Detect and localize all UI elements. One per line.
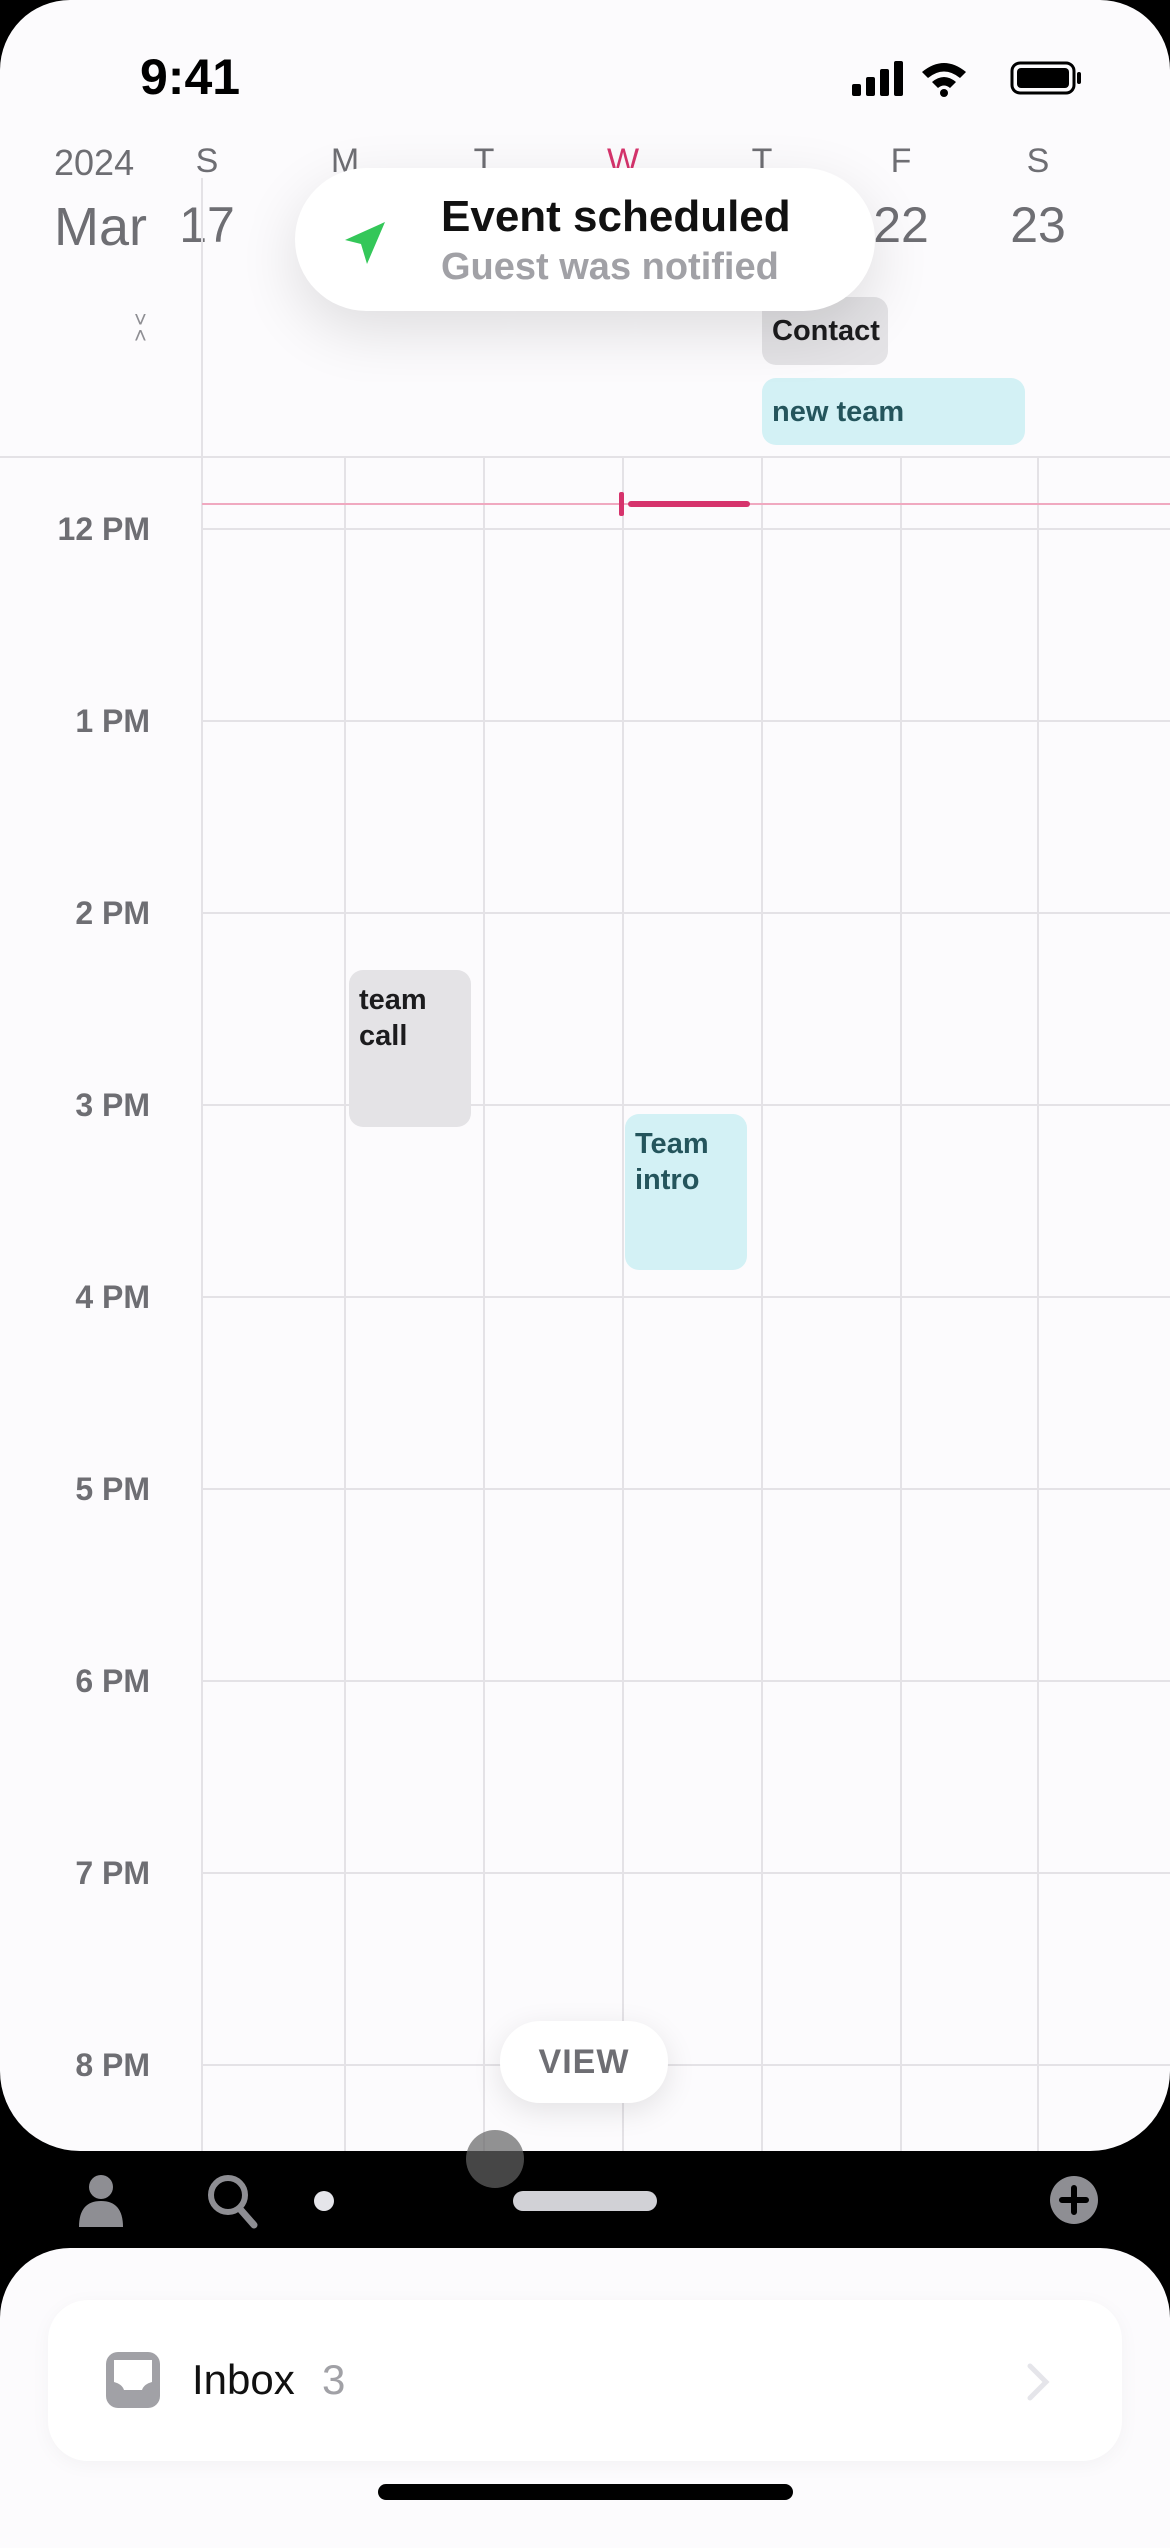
- inbox-label: Inbox: [192, 2356, 295, 2403]
- inbox-row[interactable]: Inbox 3: [48, 2300, 1122, 2461]
- handle-icon[interactable]: [513, 2191, 657, 2211]
- day-of-week: S: [1026, 142, 1050, 180]
- hour-line: [202, 1488, 1170, 1490]
- toast-title: Event scheduled: [441, 192, 791, 241]
- header-divider: [0, 456, 1170, 458]
- plus-circle-icon[interactable]: [1049, 2175, 1099, 2225]
- toolbar: [0, 2151, 1170, 2248]
- home-indicator: [378, 2484, 793, 2500]
- hour-label: 5 PM: [75, 1471, 150, 1507]
- status-icons: [852, 58, 1092, 98]
- person-icon[interactable]: [76, 2173, 126, 2229]
- now-indicator-tick: [619, 492, 624, 516]
- bottom-sheet: Inbox 3: [0, 2248, 1170, 2548]
- search-icon[interactable]: [204, 2173, 260, 2229]
- month-label: Mar: [54, 197, 147, 257]
- hour-label: 7 PM: [75, 1855, 150, 1891]
- year-label: 2024: [54, 142, 135, 183]
- day-date[interactable]: 23: [969, 196, 1107, 254]
- day-column-divider: [761, 458, 763, 2151]
- status-time: 9:41: [140, 49, 241, 105]
- hour-label: 12 PM: [57, 511, 150, 547]
- collapse-all-day-icon[interactable]: ˅ ˄: [134, 309, 147, 347]
- calendar-card: 9:41 2024 Mar S 17 M T W T F 22 S 23 ˅ ˄ Contact n…: [0, 0, 1170, 2151]
- toast-notification[interactable]: Event scheduled Guest was notified: [295, 168, 875, 311]
- day-column-divider: [483, 458, 485, 2151]
- day-column-divider: [1037, 458, 1039, 2151]
- dot-icon: [314, 2191, 334, 2211]
- hour-label: 4 PM: [75, 1279, 150, 1315]
- toast-subtitle: Guest was notified: [441, 246, 779, 288]
- day-column-divider: [344, 458, 346, 2151]
- day-column-divider: [900, 458, 902, 2151]
- hour-label: 6 PM: [75, 1663, 150, 1699]
- hour-label: 8 PM: [75, 2047, 150, 2083]
- inbox-count: 3: [322, 2356, 346, 2403]
- view-button[interactable]: VIEW: [500, 2021, 668, 2103]
- day-of-week: F: [890, 142, 912, 180]
- paper-plane-icon: [345, 222, 385, 264]
- event-team-call[interactable]: team call: [349, 970, 471, 1127]
- all-day-event[interactable]: new team: [762, 378, 1025, 445]
- hour-label: 1 PM: [75, 703, 150, 739]
- hour-line: [202, 528, 1170, 530]
- hour-line: [202, 720, 1170, 722]
- signal-wifi-battery-icon: [852, 61, 1081, 97]
- hour-label: 2 PM: [75, 895, 150, 931]
- inbox-tray-icon: [106, 2352, 160, 2408]
- day-column-divider: [622, 458, 624, 2151]
- hour-line: [202, 1296, 1170, 1298]
- event-team-intro[interactable]: Team intro: [625, 1114, 747, 1270]
- day-of-week: S: [195, 142, 219, 180]
- hour-line: [202, 1680, 1170, 1682]
- hour-line: [202, 912, 1170, 914]
- hour-line: [202, 1104, 1170, 1106]
- day-date[interactable]: 17: [138, 196, 276, 254]
- now-indicator: [628, 501, 750, 507]
- hour-label: 3 PM: [75, 1087, 150, 1123]
- gutter-divider: [201, 178, 203, 458]
- chevron-right-icon: [1027, 2363, 1050, 2401]
- hour-line: [202, 1872, 1170, 1874]
- gutter-divider: [201, 458, 203, 2151]
- hour-line: [202, 2064, 1170, 2066]
